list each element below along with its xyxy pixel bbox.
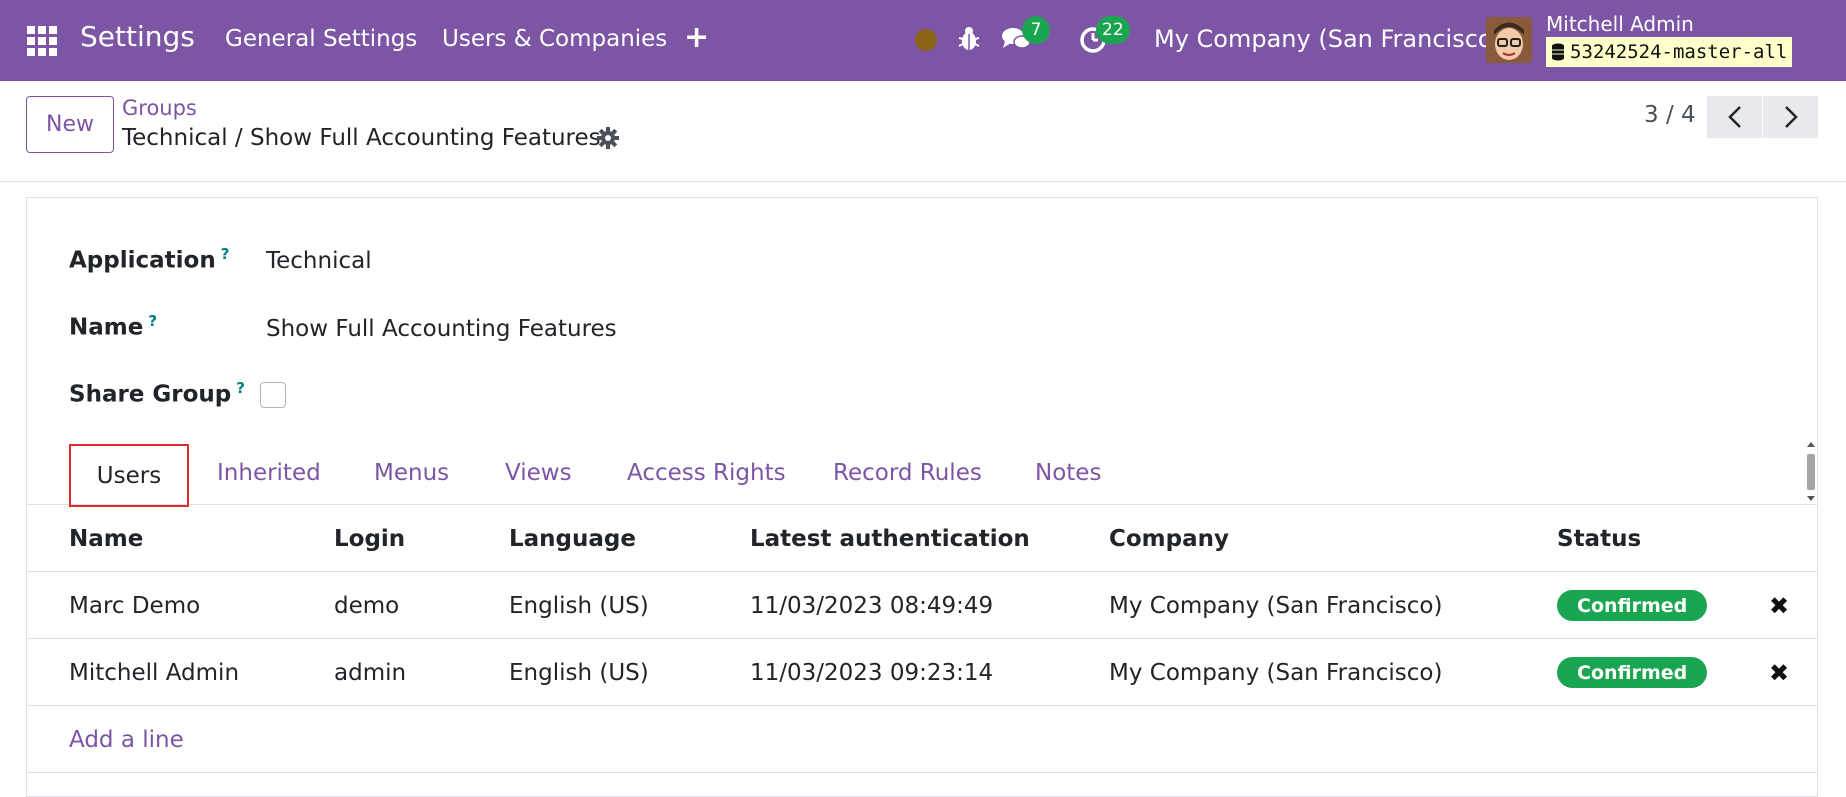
cell-status: Confirmed (1557, 639, 1708, 706)
status-badge: Confirmed (1557, 657, 1708, 688)
cell-company[interactable]: My Company (San Francisco) (1109, 639, 1442, 706)
breadcrumb-groups[interactable]: Groups (122, 96, 197, 120)
chevron-left-icon (1727, 106, 1741, 128)
cell-name[interactable]: Marc Demo (69, 572, 200, 639)
tab-access-rights[interactable]: Access Rights (627, 441, 786, 505)
chevron-right-icon (1784, 106, 1798, 128)
tab-notes[interactable]: Notes (1035, 441, 1101, 505)
database-tag: 53242524-master-all (1546, 37, 1793, 67)
cell-company[interactable]: My Company (San Francisco) (1109, 572, 1442, 639)
column-header-company[interactable]: Company (1109, 505, 1229, 572)
notebook-tabs: Users Inherited Menus Views Access Right… (27, 441, 1817, 507)
debug-bug-icon[interactable] (957, 26, 981, 52)
application-help-icon[interactable]: ? (221, 245, 230, 263)
app-grid-icon[interactable] (27, 26, 59, 56)
activity-count-badge: 22 (1096, 16, 1130, 44)
menu-general-settings[interactable]: General Settings (225, 26, 417, 52)
table-row[interactable]: Marc Demo demo English (US) 11/03/2023 0… (27, 572, 1817, 639)
chat-count-badge: 7 (1022, 16, 1050, 44)
breadcrumb-current: Technical / Show Full Accounting Feature… (122, 125, 601, 151)
tab-inherited[interactable]: Inherited (217, 441, 321, 505)
tabs-scrollbar[interactable] (1805, 440, 1817, 503)
form-sheet: Application? Technical Name? Show Full A… (26, 197, 1818, 797)
column-header-latest-authentication[interactable]: Latest authentication (750, 505, 1030, 572)
status-badge: Confirmed (1557, 590, 1708, 621)
company-switcher[interactable]: My Company (San Francisco) (1154, 25, 1502, 53)
scroll-thumb[interactable] (1807, 454, 1815, 490)
tab-users[interactable]: Users (69, 444, 189, 507)
scroll-up-arrow-icon[interactable] (1807, 442, 1815, 447)
tab-menus[interactable]: Menus (374, 441, 449, 505)
application-label-text: Application (69, 247, 216, 274)
pager-value[interactable]: 3 / 4 (1644, 102, 1696, 128)
name-label: Name? (69, 312, 157, 341)
control-panel: New Groups Technical / Show Full Account… (0, 81, 1846, 182)
user-avatar[interactable] (1486, 17, 1532, 63)
column-header-language[interactable]: Language (509, 505, 636, 572)
name-help-icon[interactable]: ? (148, 312, 157, 330)
pager-previous-button[interactable] (1707, 96, 1762, 138)
cell-language[interactable]: English (US) (509, 639, 649, 706)
name-value[interactable]: Show Full Accounting Features (266, 316, 617, 342)
cell-login[interactable]: demo (334, 572, 399, 639)
cell-login[interactable]: admin (334, 639, 406, 706)
cell-name[interactable]: Mitchell Admin (69, 639, 239, 706)
pager-next-button[interactable] (1763, 96, 1818, 138)
add-line-row: Add a line (27, 706, 1817, 773)
tab-views[interactable]: Views (505, 441, 572, 505)
app-name[interactable]: Settings (80, 20, 195, 53)
cell-language[interactable]: English (US) (509, 572, 649, 639)
menu-users-companies[interactable]: Users & Companies (442, 26, 667, 52)
remove-row-icon[interactable]: ✖ (1764, 639, 1794, 706)
scroll-down-arrow-icon[interactable] (1807, 496, 1815, 501)
column-header-login[interactable]: Login (334, 505, 405, 572)
presence-status-icon[interactable] (915, 29, 937, 51)
application-label: Application? (69, 245, 229, 274)
column-header-status[interactable]: Status (1557, 505, 1641, 572)
plus-icon[interactable]: + (684, 20, 709, 55)
user-name[interactable]: Mitchell Admin (1546, 12, 1694, 36)
share-group-label: Share Group? (69, 379, 245, 408)
table-row[interactable]: Mitchell Admin admin English (US) 11/03/… (27, 639, 1817, 706)
cell-status: Confirmed (1557, 572, 1708, 639)
application-value[interactable]: Technical (266, 248, 372, 274)
column-header-name[interactable]: Name (69, 505, 143, 572)
cell-latest-authentication[interactable]: 11/03/2023 08:49:49 (750, 572, 993, 639)
cell-latest-authentication[interactable]: 11/03/2023 09:23:14 (750, 639, 993, 706)
remove-row-icon[interactable]: ✖ (1764, 572, 1794, 639)
table-header-row: Name Login Language Latest authenticatio… (27, 505, 1817, 572)
new-button[interactable]: New (26, 96, 114, 153)
add-line-link[interactable]: Add a line (69, 706, 184, 773)
share-group-label-text: Share Group (69, 381, 232, 408)
name-label-text: Name (69, 314, 144, 341)
top-navbar: Settings General Settings Users & Compan… (0, 0, 1846, 81)
gear-icon[interactable] (596, 126, 620, 150)
share-group-help-icon[interactable]: ? (236, 379, 245, 397)
database-name: 53242524-master-all (1570, 41, 1788, 63)
tab-record-rules[interactable]: Record Rules (833, 441, 982, 505)
share-group-checkbox[interactable] (260, 382, 286, 408)
database-icon (1552, 43, 1564, 61)
